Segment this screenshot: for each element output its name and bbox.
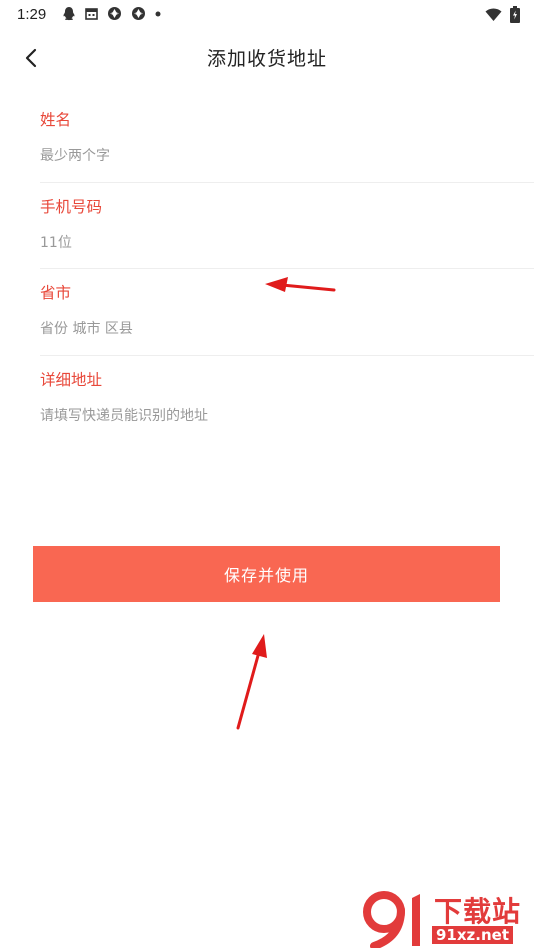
header: 添加收货地址 bbox=[0, 36, 534, 80]
detail-address-field: 详细地址 bbox=[40, 356, 534, 442]
watermark-logo-icon bbox=[363, 891, 420, 948]
detail-address-input[interactable] bbox=[40, 403, 520, 428]
phone-field: 手机号码 bbox=[40, 183, 534, 269]
name-label: 姓名 bbox=[40, 111, 72, 129]
watermark-bottom-text: 91xz.net bbox=[432, 926, 514, 944]
region-input[interactable] bbox=[40, 317, 520, 341]
status-time: 1:29 bbox=[17, 6, 47, 23]
aperture-icon bbox=[131, 6, 146, 21]
calendar-icon bbox=[85, 7, 98, 20]
name-input[interactable] bbox=[40, 144, 520, 168]
battery-charging-icon bbox=[510, 6, 520, 27]
annotation-arrow-up bbox=[236, 634, 267, 730]
status-bar: 1:29 bbox=[0, 0, 534, 30]
address-form: 姓名 手机号码 省市 详细地址 bbox=[40, 96, 534, 441]
region-label: 省市 bbox=[40, 284, 72, 302]
phone-label: 手机号码 bbox=[40, 197, 103, 216]
watermark: 下载站 91xz.net bbox=[360, 888, 530, 948]
status-left-icons bbox=[62, 6, 161, 21]
detail-address-label: 详细地址 bbox=[40, 370, 103, 389]
region-field: 省市 bbox=[40, 269, 534, 356]
name-field: 姓名 bbox=[40, 96, 534, 183]
save-and-use-button[interactable]: 保存并使用 bbox=[33, 546, 500, 602]
aperture-icon bbox=[107, 6, 122, 21]
watermark-top-text: 下载站 bbox=[434, 895, 522, 928]
qq-icon bbox=[62, 6, 76, 21]
phone-input[interactable] bbox=[40, 230, 520, 255]
page-title: 添加收货地址 bbox=[206, 48, 327, 70]
status-right-icons bbox=[485, 6, 520, 27]
dot-icon bbox=[155, 11, 161, 17]
wifi-icon bbox=[485, 8, 502, 26]
